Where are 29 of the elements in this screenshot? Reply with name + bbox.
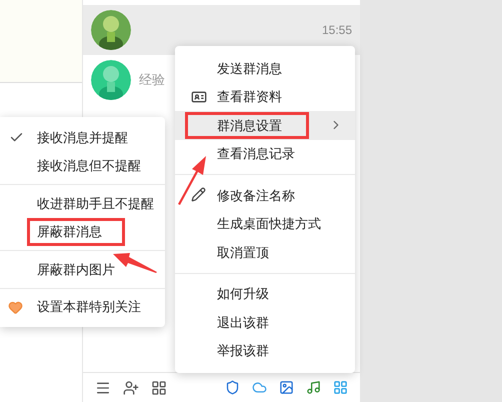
menu-item[interactable]: 发送群消息 xyxy=(175,54,355,82)
image-icon[interactable] xyxy=(279,380,294,395)
add-user-icon[interactable] xyxy=(123,380,139,396)
chat-time: 15:55 xyxy=(322,22,352,39)
windows-icon[interactable] xyxy=(333,380,348,395)
menu-item[interactable]: 取消置顶 xyxy=(175,238,355,266)
menu-icon[interactable] xyxy=(95,380,111,396)
chat-name: 经验 xyxy=(139,71,165,90)
menu-item[interactable]: 屏蔽群内图片 xyxy=(0,255,165,284)
menu-item[interactable]: 查看消息记录 xyxy=(175,140,355,168)
card-icon xyxy=(191,88,207,104)
menu-item[interactable]: 如何升级 xyxy=(175,280,355,308)
menu-item[interactable]: 接收消息但不提醒 xyxy=(0,152,165,180)
grid-icon[interactable] xyxy=(151,380,167,396)
menu-item[interactable]: 收进群助手且不提醒 xyxy=(0,189,165,218)
menu-item[interactable]: 设置本群特别关注 xyxy=(0,292,165,321)
menu-item[interactable]: 接收消息并提醒 xyxy=(0,123,165,152)
music-icon[interactable] xyxy=(306,380,321,395)
pencil-icon xyxy=(191,187,206,202)
heart-icon xyxy=(8,300,23,314)
menu-item[interactable]: 屏蔽群消息 xyxy=(0,218,165,246)
menu-item[interactable]: 生成桌面快捷方式 xyxy=(175,210,355,238)
menu-item[interactable]: 修改备注名称 xyxy=(175,181,355,210)
shield-icon[interactable] xyxy=(225,380,240,395)
menu-item[interactable]: 群消息设置 xyxy=(175,111,355,140)
menu-item[interactable]: 退出该群 xyxy=(175,308,355,336)
menu-item[interactable]: 查看群资料 xyxy=(175,82,355,111)
menu-item[interactable]: 举报该群 xyxy=(175,336,355,365)
cloud-icon[interactable] xyxy=(252,380,267,395)
